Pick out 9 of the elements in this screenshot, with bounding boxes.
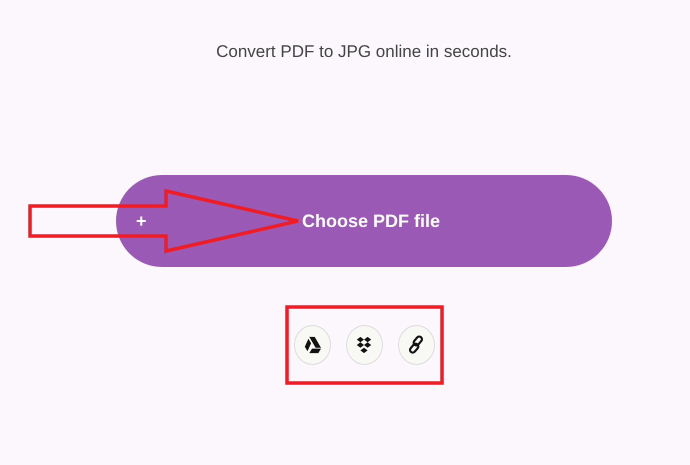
plus-icon: + [136, 210, 146, 232]
source-button[interactable] [398, 325, 434, 365]
source-button[interactable] [294, 325, 330, 365]
link-icon [407, 335, 425, 355]
triangle-icon [303, 335, 321, 355]
tagline: Convert PDF to JPG online in seconds. [216, 42, 512, 62]
choose-file-button[interactable]: + Choose PDF file [116, 175, 612, 267]
source-button[interactable] [346, 325, 382, 365]
diamonds-icon [355, 335, 373, 355]
